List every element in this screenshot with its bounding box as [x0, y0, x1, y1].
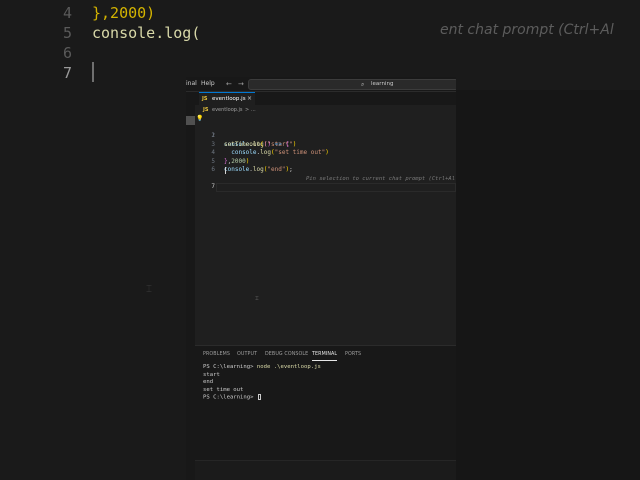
activity-bar: [186, 92, 195, 480]
code-line-active: 7: [195, 166, 456, 192]
bg-code-line-5: 5 console.log(: [62, 24, 201, 42]
panel-tabs: PROBLEMS OUTPUT DEBUG CONSOLE TERMINAL P…: [195, 349, 456, 361]
tab-eventloop-js[interactable]: JS eventloop.js ×: [199, 92, 255, 106]
breadcrumb-file[interactable]: eventloop.js: [212, 105, 243, 115]
bg-code-line-4: 4},2000): [62, 4, 156, 22]
bg-right-panel: [456, 90, 640, 480]
tab-terminal[interactable]: TERMINAL: [312, 349, 338, 361]
bg-mouse-cursor-icon: ⌶: [146, 284, 152, 295]
inline-chat-hint: Pin selection to current chat prompt (Ct…: [306, 175, 456, 182]
command-center-search[interactable]: ⌕ learning: [248, 79, 456, 90]
code-line: 5 console.log("end"); Pin selection to c…: [195, 149, 456, 182]
back-arrow-icon[interactable]: ←: [226, 77, 232, 91]
javascript-file-icon: JS: [203, 107, 209, 113]
code-editor[interactable]: 💡 1 console.log("start") 2 setTimeout(()…: [195, 115, 456, 345]
bg-inline-hint: ent chat prompt (Ctrl+Al: [440, 22, 614, 38]
panel-footer: [195, 460, 456, 480]
editor-tab-bar: JS eventloop.js ×: [195, 92, 456, 106]
breadcrumb-symbols[interactable]: ...: [251, 105, 256, 115]
bg-code-line-7: 7: [62, 64, 72, 82]
bg-text-cursor: [92, 62, 94, 82]
mouse-pointer-icon: ⌶: [255, 295, 259, 302]
menu-help[interactable]: Help: [201, 77, 215, 91]
terminal-line: set time out: [203, 386, 244, 393]
tab-problems[interactable]: PROBLEMS: [203, 349, 230, 361]
search-icon: ⌕: [361, 81, 365, 88]
terminal-line: PS C:\learning> node .\eventloop.js: [203, 364, 321, 370]
terminal-line: start: [203, 371, 220, 378]
javascript-file-icon: JS: [202, 96, 208, 102]
code-line: 3 console.log("set time out"): [195, 132, 456, 157]
terminal-cursor: [257, 394, 262, 401]
code-line: 2 setTimeout(() => {: [195, 124, 456, 148]
forward-arrow-icon[interactable]: →: [238, 77, 244, 91]
menu-terminal[interactable]: inal: [186, 77, 197, 91]
code-line: 6: [195, 158, 456, 173]
title-bar: inal Help ← → ⌕ learning: [186, 77, 456, 92]
vscode-window: inal Help ← → ⌕ learning JS eventloop.js…: [186, 77, 456, 480]
text-cursor: [225, 167, 226, 174]
breadcrumb: JS eventloop.js > ...: [195, 105, 456, 115]
terminal-line: end: [203, 379, 214, 386]
tab-output[interactable]: OUTPUT: [237, 349, 257, 361]
tab-label: eventloop.js: [212, 96, 246, 102]
breadcrumb-separator: >: [245, 107, 250, 113]
terminal-output[interactable]: PS C:\learning> node .\eventloop.js star…: [203, 364, 453, 402]
tab-ports[interactable]: PORTS: [345, 349, 361, 361]
bg-code-line-6: 6: [62, 44, 72, 62]
bg-left-panel: [0, 90, 186, 480]
activity-item-explorer[interactable]: [186, 116, 195, 125]
code-line: 💡 1 console.log("start"): [195, 115, 456, 148]
close-icon[interactable]: ×: [247, 93, 252, 105]
line-number: 7: [211, 183, 215, 190]
terminal-line: PS C:\learning>: [203, 394, 453, 402]
current-line-highlight: [216, 183, 456, 192]
tab-debug-console[interactable]: DEBUG CONSOLE: [265, 349, 308, 361]
code-line: 4 },2000): [195, 141, 456, 165]
terminal-command: node .\eventloop.js: [256, 364, 321, 370]
command-center-label: learning: [371, 81, 394, 87]
lightbulb-icon[interactable]: 💡: [196, 115, 203, 124]
bottom-panel: PROBLEMS OUTPUT DEBUG CONSOLE TERMINAL P…: [195, 345, 456, 480]
